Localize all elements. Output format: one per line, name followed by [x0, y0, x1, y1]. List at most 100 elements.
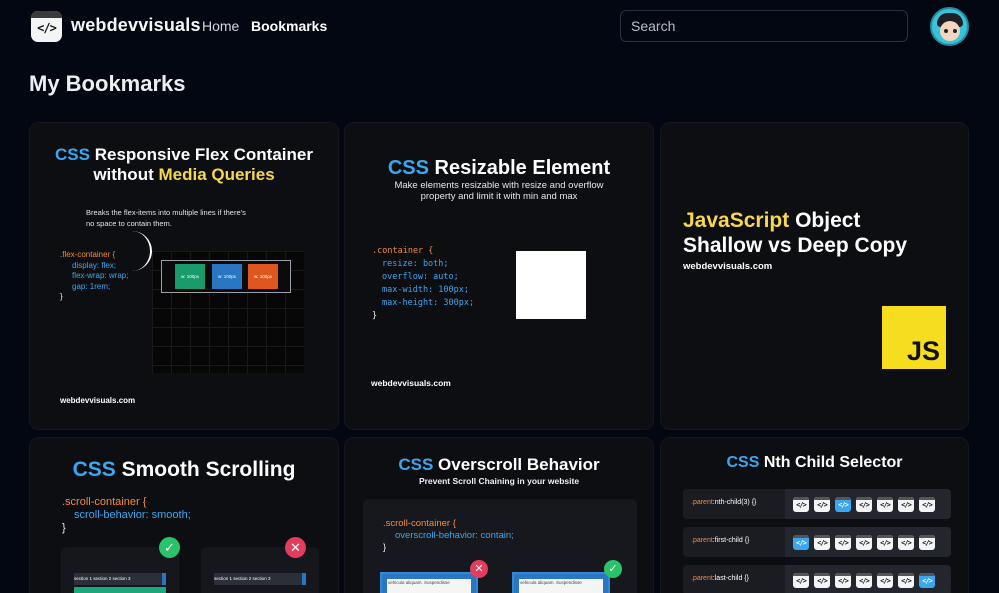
- card-footer: webdevvisuals.com: [371, 378, 451, 388]
- avatar-face: [940, 21, 960, 41]
- card-note: Breaks the flex-items into multiple line…: [86, 208, 246, 228]
- user-avatar[interactable]: [930, 7, 969, 46]
- js-logo-icon: JS: [882, 306, 946, 369]
- nav-link-bookmarks[interactable]: Bookmarks: [251, 18, 327, 34]
- selector-name: .parent: [691, 575, 713, 582]
- code-element-icon-selected: </>: [793, 535, 809, 550]
- code-element-icon: </>: [898, 573, 914, 588]
- top-nav: </> webdevvisuals Home Bookmarks: [0, 0, 999, 52]
- code-line: flex-wrap: wrap;: [72, 271, 129, 280]
- selector-name: .parent: [691, 537, 713, 544]
- code-element-icon: </>: [793, 573, 809, 588]
- bookmark-card-resizable-element[interactable]: CSS Resizable Element Make elements resi…: [344, 122, 654, 430]
- cross-icon: ✕: [470, 560, 488, 578]
- code-element-icon: </>: [856, 573, 872, 588]
- code-element-icon: </>: [919, 497, 935, 512]
- card-subtitle: Prevent Scroll Chaining in your website: [418, 476, 580, 486]
- flex-item: w: 100px: [212, 264, 242, 289]
- card-subtitle: Make elements resizable with resize and …: [345, 180, 653, 202]
- code-element-icon-selected: </>: [835, 497, 851, 512]
- bookmark-card-flex-container[interactable]: CSS Responsive Flex Container without Me…: [29, 122, 339, 430]
- code-element-icon: </>: [814, 573, 830, 588]
- page-title: My Bookmarks: [29, 71, 186, 96]
- card-title: JavaScript Object Shallow vs Deep Copy: [683, 208, 907, 258]
- element-cells: </> </> </> </> </> </> </>: [785, 565, 951, 593]
- section-tabs: section 1 section 2 section 3: [74, 573, 166, 585]
- logo-code-icon[interactable]: </>: [31, 11, 62, 42]
- card-title: CSS Nth Child Selector: [661, 454, 968, 472]
- selector-label: .parent:first-child {}: [691, 537, 749, 544]
- code-element-icon: </>: [877, 497, 893, 512]
- selector-pseudo: :last-child {}: [712, 575, 749, 582]
- window-text: vehicula aliquam. Suspendisse: [519, 579, 603, 593]
- title-keyword: CSS: [387, 157, 429, 179]
- title-text: Overscroll Behavior: [433, 455, 600, 474]
- bookmark-card-nth-child[interactable]: CSS Nth Child Selector .parent:nth-child…: [660, 437, 969, 593]
- subtitle-line: Make elements resizable with resize and …: [394, 180, 604, 191]
- title-text: Resizable Element: [428, 157, 611, 179]
- bookmark-card-smooth-scrolling[interactable]: CSS Smooth Scrolling .scroll-container {…: [29, 437, 339, 593]
- selector-label: .parent:nth-child(3) {}: [691, 499, 756, 506]
- title-keyword: CSS: [55, 145, 90, 164]
- code-snippet: .scroll-container { scroll-behavior: smo…: [62, 496, 191, 535]
- brand-name[interactable]: webdevvisuals: [71, 15, 201, 36]
- card-title: CSS Overscroll Behavior: [345, 455, 653, 475]
- code-line: .container {: [372, 246, 434, 256]
- check-icon: ✓: [604, 560, 622, 578]
- code-line: scroll-behavior: smooth;: [74, 509, 191, 521]
- code-line: .scroll-container {: [383, 518, 456, 529]
- title-text: Nth Child Selector: [759, 454, 903, 471]
- check-icon: ✓: [159, 537, 180, 558]
- bookmark-card-overscroll[interactable]: CSS Overscroll Behavior Prevent Scroll C…: [344, 437, 654, 593]
- js-logo-text: JS: [906, 336, 940, 366]
- title-highlight: Media Queries: [158, 165, 275, 184]
- title-text: Responsive Flex Container: [90, 145, 313, 164]
- window-text: vehicula aliquam. Suspendisse: [387, 579, 471, 593]
- code-line: overflow: auto;: [382, 272, 459, 282]
- code-line: }: [60, 292, 63, 301]
- code-snippet: .container { resize: both; overflow: aut…: [372, 245, 474, 323]
- resizable-demo-box: [516, 251, 586, 319]
- title-text: Smooth Scrolling: [115, 458, 296, 481]
- code-element-icon: </>: [898, 497, 914, 512]
- section-tabs: section 1 section 2 section 3: [214, 573, 306, 585]
- title-keyword: CSS: [72, 458, 116, 481]
- avatar-eye: [953, 29, 957, 33]
- card-footer: webdevvisuals.com: [60, 396, 136, 405]
- bookmark-card-js-copy[interactable]: JavaScript Object Shallow vs Deep Copy w…: [660, 122, 969, 430]
- section-content: [74, 587, 166, 593]
- flex-item: w: 100px: [248, 264, 278, 289]
- code-snippet: .flex-container { display: flex; flex-wr…: [60, 250, 128, 303]
- code-element-icon: </>: [919, 535, 935, 550]
- curved-arrow-icon: [132, 231, 152, 271]
- code-line: max-height: 300px;: [382, 298, 475, 308]
- flex-item: w: 100px: [175, 264, 205, 289]
- selector-label: .parent:last-child {}: [691, 575, 749, 582]
- code-element-icon: </>: [898, 535, 914, 550]
- nav-link-home[interactable]: Home: [202, 18, 239, 34]
- card-subtitle: webdevvisuals.com: [683, 261, 773, 272]
- code-element-icon: </>: [814, 497, 830, 512]
- code-line: .flex-container {: [60, 250, 116, 259]
- title-text: Shallow vs Deep Copy: [683, 234, 908, 257]
- code-element-icon: </>: [814, 535, 830, 550]
- code-element-icon: </>: [835, 535, 851, 550]
- title-text: without: [93, 165, 159, 184]
- code-line: gap: 1rem;: [72, 281, 111, 291]
- code-element-icon: </>: [793, 497, 809, 512]
- selector-row: .parent:last-child {} </> </> </> </> </…: [683, 565, 951, 593]
- selector-name: .parent: [691, 499, 713, 506]
- code-line: .scroll-container {: [62, 496, 147, 508]
- code-line: overscroll-behavior: contain;: [395, 530, 514, 541]
- title-text: Object: [789, 209, 861, 232]
- code-line: max-width: 100px;: [382, 285, 469, 295]
- code-element-icon-selected: </>: [919, 573, 935, 588]
- search-input[interactable]: [620, 10, 908, 42]
- demo-window: vehicula aliquam. Suspendisse: [380, 572, 478, 593]
- avatar-eye: [944, 29, 948, 33]
- flex-demo: w: 100px w: 100px w: 100px: [161, 260, 291, 293]
- element-cells: </> </> </> </> </> </> </>: [785, 527, 951, 557]
- title-keyword: CSS: [726, 454, 760, 471]
- code-line: }: [62, 522, 66, 534]
- subtitle-line: property and limit it with min and max: [420, 191, 578, 202]
